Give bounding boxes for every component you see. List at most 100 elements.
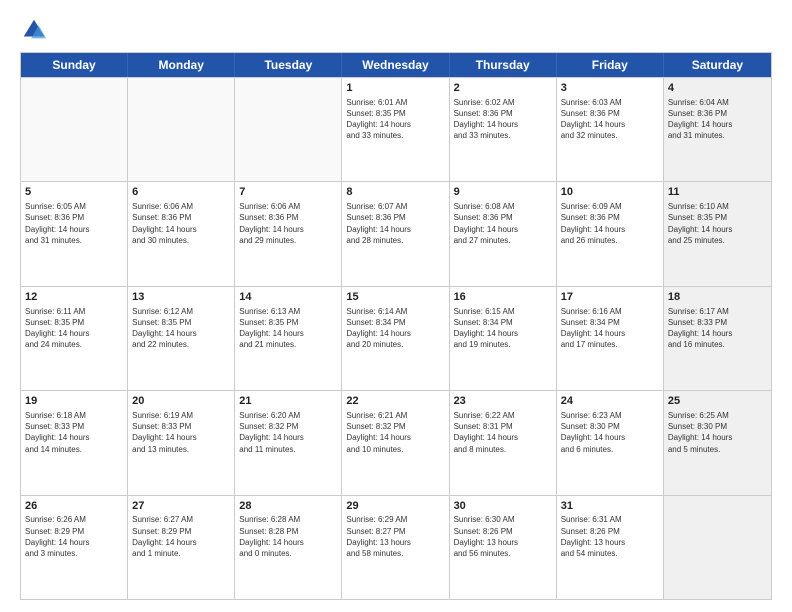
calendar-cell: 16Sunrise: 6:15 AM Sunset: 8:34 PM Dayli… xyxy=(450,287,557,390)
day-number: 12 xyxy=(25,290,123,305)
calendar-cell: 11Sunrise: 6:10 AM Sunset: 8:35 PM Dayli… xyxy=(664,182,771,285)
calendar-cell: 29Sunrise: 6:29 AM Sunset: 8:27 PM Dayli… xyxy=(342,496,449,599)
day-info: Sunrise: 6:06 AM Sunset: 8:36 PM Dayligh… xyxy=(239,201,337,246)
day-number: 4 xyxy=(668,81,767,96)
calendar-cell xyxy=(235,78,342,181)
page: SundayMondayTuesdayWednesdayThursdayFrid… xyxy=(0,0,792,612)
calendar-cell: 9Sunrise: 6:08 AM Sunset: 8:36 PM Daylig… xyxy=(450,182,557,285)
day-info: Sunrise: 6:20 AM Sunset: 8:32 PM Dayligh… xyxy=(239,410,337,455)
calendar-cell: 7Sunrise: 6:06 AM Sunset: 8:36 PM Daylig… xyxy=(235,182,342,285)
calendar-cell: 12Sunrise: 6:11 AM Sunset: 8:35 PM Dayli… xyxy=(21,287,128,390)
day-info: Sunrise: 6:03 AM Sunset: 8:36 PM Dayligh… xyxy=(561,97,659,142)
calendar-cell: 18Sunrise: 6:17 AM Sunset: 8:33 PM Dayli… xyxy=(664,287,771,390)
calendar: SundayMondayTuesdayWednesdayThursdayFrid… xyxy=(20,52,772,600)
day-info: Sunrise: 6:14 AM Sunset: 8:34 PM Dayligh… xyxy=(346,306,444,351)
day-info: Sunrise: 6:31 AM Sunset: 8:26 PM Dayligh… xyxy=(561,514,659,559)
day-info: Sunrise: 6:22 AM Sunset: 8:31 PM Dayligh… xyxy=(454,410,552,455)
calendar-cell: 10Sunrise: 6:09 AM Sunset: 8:36 PM Dayli… xyxy=(557,182,664,285)
day-info: Sunrise: 6:05 AM Sunset: 8:36 PM Dayligh… xyxy=(25,201,123,246)
calendar-cell: 2Sunrise: 6:02 AM Sunset: 8:36 PM Daylig… xyxy=(450,78,557,181)
day-info: Sunrise: 6:15 AM Sunset: 8:34 PM Dayligh… xyxy=(454,306,552,351)
day-number: 17 xyxy=(561,290,659,305)
calendar-header-monday: Monday xyxy=(128,53,235,77)
day-info: Sunrise: 6:13 AM Sunset: 8:35 PM Dayligh… xyxy=(239,306,337,351)
day-number: 20 xyxy=(132,394,230,409)
day-number: 13 xyxy=(132,290,230,305)
day-number: 18 xyxy=(668,290,767,305)
calendar-cell: 20Sunrise: 6:19 AM Sunset: 8:33 PM Dayli… xyxy=(128,391,235,494)
day-info: Sunrise: 6:06 AM Sunset: 8:36 PM Dayligh… xyxy=(132,201,230,246)
calendar-header-wednesday: Wednesday xyxy=(342,53,449,77)
day-number: 3 xyxy=(561,81,659,96)
day-info: Sunrise: 6:09 AM Sunset: 8:36 PM Dayligh… xyxy=(561,201,659,246)
day-number: 21 xyxy=(239,394,337,409)
header xyxy=(20,16,772,44)
day-number: 7 xyxy=(239,185,337,200)
calendar-cell: 6Sunrise: 6:06 AM Sunset: 8:36 PM Daylig… xyxy=(128,182,235,285)
calendar-cell: 25Sunrise: 6:25 AM Sunset: 8:30 PM Dayli… xyxy=(664,391,771,494)
calendar-week-3: 12Sunrise: 6:11 AM Sunset: 8:35 PM Dayli… xyxy=(21,286,771,390)
calendar-cell: 15Sunrise: 6:14 AM Sunset: 8:34 PM Dayli… xyxy=(342,287,449,390)
day-info: Sunrise: 6:27 AM Sunset: 8:29 PM Dayligh… xyxy=(132,514,230,559)
calendar-body: 1Sunrise: 6:01 AM Sunset: 8:35 PM Daylig… xyxy=(21,77,771,599)
day-info: Sunrise: 6:19 AM Sunset: 8:33 PM Dayligh… xyxy=(132,410,230,455)
day-info: Sunrise: 6:04 AM Sunset: 8:36 PM Dayligh… xyxy=(668,97,767,142)
day-number: 31 xyxy=(561,499,659,514)
calendar-header-thursday: Thursday xyxy=(450,53,557,77)
calendar-cell: 1Sunrise: 6:01 AM Sunset: 8:35 PM Daylig… xyxy=(342,78,449,181)
calendar-cell: 26Sunrise: 6:26 AM Sunset: 8:29 PM Dayli… xyxy=(21,496,128,599)
calendar-cell: 31Sunrise: 6:31 AM Sunset: 8:26 PM Dayli… xyxy=(557,496,664,599)
day-number: 9 xyxy=(454,185,552,200)
calendar-week-4: 19Sunrise: 6:18 AM Sunset: 8:33 PM Dayli… xyxy=(21,390,771,494)
calendar-header-saturday: Saturday xyxy=(664,53,771,77)
calendar-cell xyxy=(128,78,235,181)
day-number: 22 xyxy=(346,394,444,409)
day-info: Sunrise: 6:17 AM Sunset: 8:33 PM Dayligh… xyxy=(668,306,767,351)
day-info: Sunrise: 6:02 AM Sunset: 8:36 PM Dayligh… xyxy=(454,97,552,142)
calendar-cell xyxy=(21,78,128,181)
calendar-cell: 19Sunrise: 6:18 AM Sunset: 8:33 PM Dayli… xyxy=(21,391,128,494)
logo-icon xyxy=(20,16,48,44)
day-number: 1 xyxy=(346,81,444,96)
day-info: Sunrise: 6:25 AM Sunset: 8:30 PM Dayligh… xyxy=(668,410,767,455)
day-number: 25 xyxy=(668,394,767,409)
day-number: 6 xyxy=(132,185,230,200)
calendar-cell: 28Sunrise: 6:28 AM Sunset: 8:28 PM Dayli… xyxy=(235,496,342,599)
day-info: Sunrise: 6:28 AM Sunset: 8:28 PM Dayligh… xyxy=(239,514,337,559)
day-number: 30 xyxy=(454,499,552,514)
day-info: Sunrise: 6:12 AM Sunset: 8:35 PM Dayligh… xyxy=(132,306,230,351)
logo xyxy=(20,16,50,44)
day-number: 26 xyxy=(25,499,123,514)
day-info: Sunrise: 6:23 AM Sunset: 8:30 PM Dayligh… xyxy=(561,410,659,455)
day-number: 5 xyxy=(25,185,123,200)
day-number: 11 xyxy=(668,185,767,200)
calendar-cell xyxy=(664,496,771,599)
calendar-week-2: 5Sunrise: 6:05 AM Sunset: 8:36 PM Daylig… xyxy=(21,181,771,285)
day-number: 15 xyxy=(346,290,444,305)
calendar-cell: 30Sunrise: 6:30 AM Sunset: 8:26 PM Dayli… xyxy=(450,496,557,599)
day-info: Sunrise: 6:30 AM Sunset: 8:26 PM Dayligh… xyxy=(454,514,552,559)
day-number: 23 xyxy=(454,394,552,409)
day-number: 8 xyxy=(346,185,444,200)
calendar-header-tuesday: Tuesday xyxy=(235,53,342,77)
calendar-week-5: 26Sunrise: 6:26 AM Sunset: 8:29 PM Dayli… xyxy=(21,495,771,599)
calendar-cell: 5Sunrise: 6:05 AM Sunset: 8:36 PM Daylig… xyxy=(21,182,128,285)
calendar-cell: 17Sunrise: 6:16 AM Sunset: 8:34 PM Dayli… xyxy=(557,287,664,390)
calendar-cell: 8Sunrise: 6:07 AM Sunset: 8:36 PM Daylig… xyxy=(342,182,449,285)
day-info: Sunrise: 6:10 AM Sunset: 8:35 PM Dayligh… xyxy=(668,201,767,246)
calendar-cell: 13Sunrise: 6:12 AM Sunset: 8:35 PM Dayli… xyxy=(128,287,235,390)
day-info: Sunrise: 6:29 AM Sunset: 8:27 PM Dayligh… xyxy=(346,514,444,559)
day-number: 16 xyxy=(454,290,552,305)
day-info: Sunrise: 6:21 AM Sunset: 8:32 PM Dayligh… xyxy=(346,410,444,455)
day-info: Sunrise: 6:01 AM Sunset: 8:35 PM Dayligh… xyxy=(346,97,444,142)
calendar-cell: 14Sunrise: 6:13 AM Sunset: 8:35 PM Dayli… xyxy=(235,287,342,390)
calendar-header: SundayMondayTuesdayWednesdayThursdayFrid… xyxy=(21,53,771,77)
day-number: 24 xyxy=(561,394,659,409)
day-number: 10 xyxy=(561,185,659,200)
calendar-week-1: 1Sunrise: 6:01 AM Sunset: 8:35 PM Daylig… xyxy=(21,77,771,181)
day-number: 29 xyxy=(346,499,444,514)
calendar-cell: 21Sunrise: 6:20 AM Sunset: 8:32 PM Dayli… xyxy=(235,391,342,494)
day-info: Sunrise: 6:18 AM Sunset: 8:33 PM Dayligh… xyxy=(25,410,123,455)
day-number: 28 xyxy=(239,499,337,514)
calendar-header-sunday: Sunday xyxy=(21,53,128,77)
